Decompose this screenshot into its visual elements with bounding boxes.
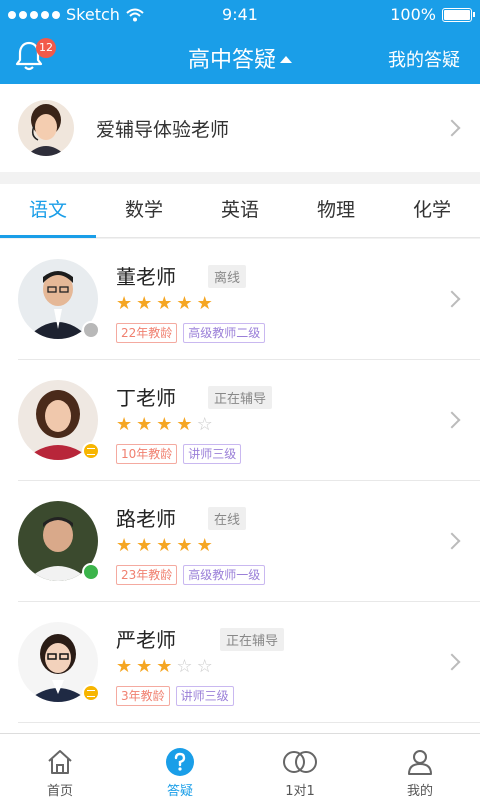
bottom-tab-bar: 首页 答疑 1对1 我的 (0, 733, 480, 800)
tabbar-label: 我的 (406, 784, 433, 799)
battery-icon (442, 7, 475, 22)
rings-icon (283, 751, 317, 773)
tabbar-one-on-one[interactable]: 1对1 (240, 734, 360, 800)
rank-tag: 讲师三级 (183, 444, 242, 464)
nav-bar: 12 高中答疑 我的答疑 (0, 30, 480, 84)
star-filled-icon: ★ (116, 293, 133, 314)
status-badge: 正在辅导 (208, 386, 273, 409)
star-filled-icon: ★ (116, 414, 133, 435)
chevron-right-icon (443, 411, 461, 429)
tabbar-home[interactable]: 首页 (0, 734, 120, 800)
star-empty-icon: ☆ (196, 656, 213, 677)
tabbar-label: 答疑 (166, 784, 193, 799)
status-badge: 离线 (208, 265, 247, 288)
rating-stars: ★ ★ ★ ★ ★ (116, 535, 213, 556)
star-filled-icon: ★ (116, 535, 133, 556)
caret-up-icon (280, 55, 292, 63)
chevron-right-icon (443, 532, 461, 550)
rank-tag: 高级教师一级 (183, 565, 266, 585)
home-icon (48, 750, 72, 774)
star-empty-icon: ☆ (196, 414, 213, 435)
tab-math[interactable]: 数学 (96, 184, 192, 237)
star-filled-icon: ★ (156, 293, 173, 314)
star-filled-icon: ★ (136, 535, 153, 556)
experience-tag: 3年教龄 (116, 686, 170, 706)
teacher-name: 董老师 (116, 265, 176, 289)
rank-tag: 高级教师二级 (183, 323, 266, 343)
star-filled-icon: ★ (196, 293, 213, 314)
busy-indicator (82, 442, 100, 460)
experience-tag: 10年教龄 (116, 444, 178, 464)
teacher-name: 严老师 (116, 628, 176, 652)
tab-chemistry[interactable]: 化学 (384, 184, 480, 237)
busy-indicator (82, 684, 100, 702)
trial-teacher-card[interactable]: 爱辅导体验老师 (0, 84, 480, 172)
chevron-right-icon (443, 653, 461, 671)
tabbar-label: 1对1 (285, 784, 315, 799)
star-filled-icon: ★ (136, 293, 153, 314)
battery-percent: 100% (390, 5, 436, 24)
avatar (18, 100, 74, 156)
tabbar-profile[interactable]: 我的 (360, 734, 480, 800)
experience-tag: 22年教龄 (116, 323, 178, 343)
chevron-right-icon (443, 119, 461, 137)
online-indicator (82, 563, 100, 581)
star-filled-icon: ★ (156, 656, 173, 677)
star-filled-icon: ★ (196, 535, 213, 556)
star-filled-icon: ★ (176, 414, 193, 435)
rank-tag: 讲师三级 (175, 686, 234, 706)
teacher-row[interactable]: 董老师 离线 ★ ★ ★ ★ ★ 22年教龄 高级教师二级 (18, 239, 480, 360)
experience-tag: 23年教龄 (116, 565, 178, 585)
question-icon (166, 748, 194, 776)
star-empty-icon: ☆ (176, 656, 193, 677)
teacher-name: 丁老师 (116, 386, 176, 410)
tabbar-label: 首页 (46, 784, 73, 799)
teacher-row[interactable]: 丁老师 正在辅导 ★ ★ ★ ★ ☆ 10年教龄 讲师三级 (18, 360, 480, 481)
tabbar-qa[interactable]: 答疑 (120, 734, 240, 800)
trial-teacher-name: 爱辅导体验老师 (96, 118, 230, 141)
chevron-right-icon (443, 290, 461, 308)
star-filled-icon: ★ (116, 656, 133, 677)
star-filled-icon: ★ (176, 535, 193, 556)
star-filled-icon: ★ (136, 656, 153, 677)
teacher-list: 董老师 离线 ★ ★ ★ ★ ★ 22年教龄 高级教师二级 丁老师 正在辅导 ★… (0, 239, 480, 733)
status-badge: 在线 (208, 507, 247, 530)
teacher-name: 路老师 (116, 507, 176, 531)
tab-physics[interactable]: 物理 (288, 184, 384, 237)
offline-indicator (82, 321, 100, 339)
subject-tabs: 语文 数学 英语 物理 化学 (0, 184, 480, 238)
star-filled-icon: ★ (156, 535, 173, 556)
rating-stars: ★ ★ ★ ★ ☆ (116, 414, 213, 435)
teacher-row[interactable]: 路老师 在线 ★ ★ ★ ★ ★ 23年教龄 高级教师一级 (18, 481, 480, 602)
tab-chinese[interactable]: 语文 (0, 184, 96, 238)
user-icon (408, 750, 432, 775)
rating-stars: ★ ★ ★ ☆ ☆ (116, 656, 213, 677)
rating-stars: ★ ★ ★ ★ ★ (116, 293, 213, 314)
my-questions-link[interactable]: 我的答疑 (388, 46, 460, 72)
star-filled-icon: ★ (176, 293, 193, 314)
tab-english[interactable]: 英语 (192, 184, 288, 237)
star-filled-icon: ★ (156, 414, 173, 435)
page-title: 高中答疑 (187, 48, 276, 73)
star-filled-icon: ★ (136, 414, 153, 435)
teacher-row[interactable]: 严老师 正在辅导 ★ ★ ★ ☆ ☆ 3年教龄 讲师三级 (18, 602, 480, 723)
status-bar: Sketch 9:41 100% (0, 0, 480, 30)
status-badge: 正在辅导 (220, 628, 285, 651)
